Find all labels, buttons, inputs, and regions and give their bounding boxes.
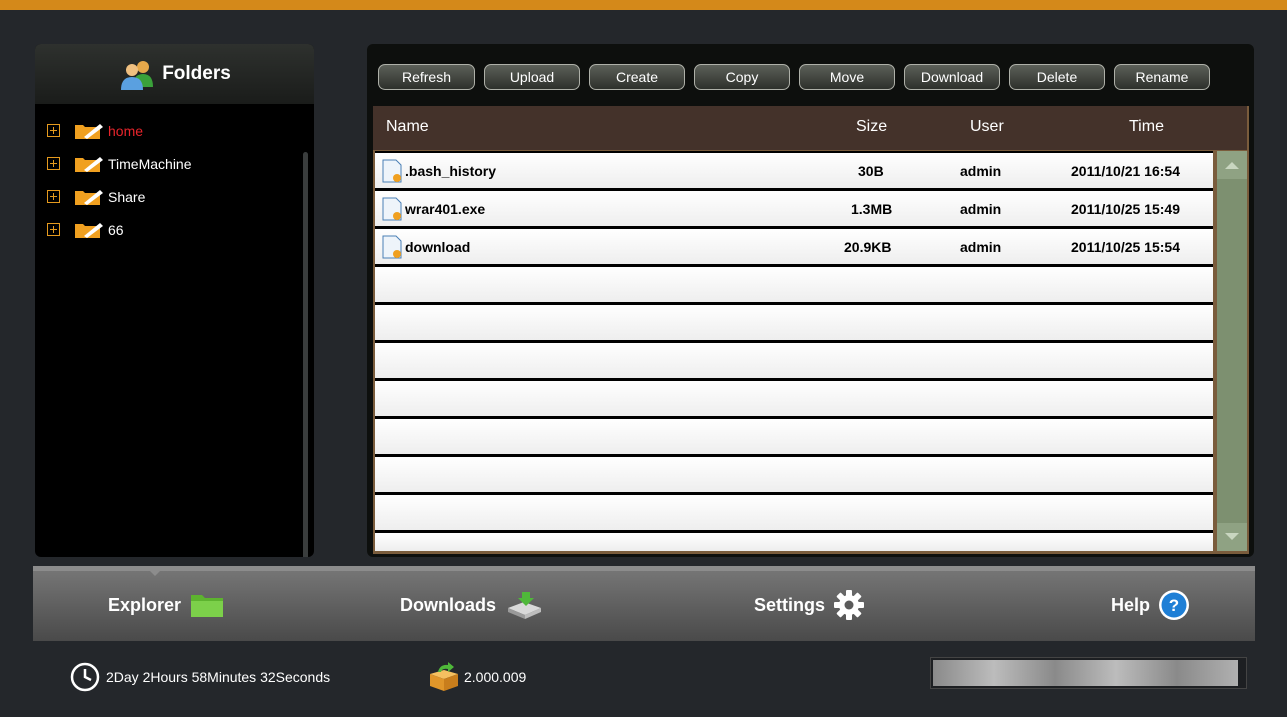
copy-button[interactable]: Copy [694, 64, 790, 90]
file-name: download [405, 239, 471, 255]
file-name: .bash_history [405, 163, 497, 179]
folders-title: Folders [162, 63, 231, 84]
folder-item-66[interactable]: 66 [47, 213, 314, 246]
storage-gauge [930, 657, 1247, 689]
file-icon [382, 197, 402, 221]
file-rows: .bash_history 30B admin 2011/10/21 16:54… [375, 151, 1213, 551]
file-size: 20.9KB [844, 239, 892, 255]
delete-button[interactable]: Delete [1009, 64, 1105, 90]
folders-header: Folders [35, 44, 314, 104]
refresh-button[interactable]: Refresh [378, 64, 475, 90]
empty-row [375, 457, 1213, 492]
move-button[interactable]: Move [799, 64, 895, 90]
folder-tree: home TimeMachine Share 66 [35, 104, 314, 246]
svg-text:?: ? [1169, 596, 1179, 615]
scroll-down-button[interactable] [1217, 523, 1247, 551]
active-tab-indicator [145, 566, 165, 576]
table-row[interactable]: wrar401.exe 1.3MB admin 2011/10/25 15:49 [375, 191, 1213, 226]
folders-panel: Folders home TimeMachine Share 66 [35, 44, 314, 557]
download-drive-icon [508, 592, 542, 619]
top-accent-bar [0, 0, 1287, 10]
column-header-user[interactable]: User [970, 118, 1004, 136]
file-time: 2011/10/21 16:54 [1071, 163, 1180, 179]
storage-gauge-fill [933, 660, 1238, 686]
main-nav: Explorer Downloads Settings Help ? [33, 566, 1255, 641]
nav-downloads[interactable]: Downloads [400, 587, 544, 623]
table-header: Name Size User Time [373, 106, 1247, 150]
empty-row [375, 381, 1213, 416]
expand-icon[interactable] [47, 157, 60, 170]
download-button[interactable]: Download [904, 64, 1000, 90]
uptime-text: 2Day 2Hours 58Minutes 32Seconds [106, 669, 331, 685]
folder-item-timemachine[interactable]: TimeMachine [47, 147, 314, 180]
folder-label: home [108, 122, 144, 139]
expand-icon[interactable] [47, 190, 60, 203]
folder-icon [191, 595, 224, 617]
file-icon [382, 235, 402, 259]
column-header-time[interactable]: Time [1129, 118, 1164, 136]
nav-help-label: Help [1111, 594, 1151, 615]
scroll-up-button[interactable] [1217, 151, 1247, 179]
nav-settings-label: Settings [754, 594, 826, 615]
folder-item-home[interactable]: home [47, 114, 314, 147]
version-status: 2.000.009 [426, 662, 526, 692]
file-table: Name Size User Time .bash_history 30B ad… [373, 106, 1249, 554]
box-icon [430, 662, 458, 691]
table-row[interactable]: .bash_history 30B admin 2011/10/21 16:54 [375, 153, 1213, 188]
empty-row [375, 495, 1213, 530]
nav-help[interactable]: Help ? [1111, 587, 1190, 623]
file-time: 2011/10/25 15:49 [1071, 201, 1180, 217]
file-user: admin [960, 163, 1002, 179]
folder-label: TimeMachine [108, 155, 192, 172]
create-button[interactable]: Create [589, 64, 685, 90]
table-row[interactable]: download 20.9KB admin 2011/10/25 15:54 [375, 229, 1213, 264]
file-user: admin [960, 201, 1002, 217]
folders-scrollbar[interactable] [303, 152, 308, 557]
file-icon [382, 159, 402, 183]
files-panel: Refresh Upload Create Copy Move Download… [367, 44, 1254, 557]
file-time: 2011/10/25 15:54 [1071, 239, 1180, 255]
file-size: 1.3MB [851, 201, 893, 217]
folder-item-share[interactable]: Share [47, 180, 314, 213]
column-header-name[interactable]: Name [386, 118, 429, 136]
folder-icon [75, 222, 103, 238]
file-toolbar: Refresh Upload Create Copy Move Download… [378, 64, 1219, 92]
empty-row [375, 305, 1213, 340]
nav-settings[interactable]: Settings [754, 587, 865, 623]
folder-icon [75, 189, 103, 205]
uptime-status: 2Day 2Hours 58Minutes 32Seconds [70, 662, 330, 692]
empty-row [375, 419, 1213, 454]
expand-icon[interactable] [47, 124, 60, 137]
nav-explorer[interactable]: Explorer [108, 587, 225, 623]
upload-button[interactable]: Upload [484, 64, 580, 90]
file-size: 30B [858, 163, 884, 179]
folder-icon [75, 156, 103, 172]
column-header-size[interactable]: Size [856, 118, 887, 136]
empty-row [375, 343, 1213, 378]
version-text: 2.000.009 [464, 669, 527, 685]
nav-downloads-label: Downloads [400, 594, 497, 615]
file-name: wrar401.exe [405, 201, 486, 217]
clock-icon [70, 662, 100, 692]
rename-button[interactable]: Rename [1114, 64, 1210, 90]
folder-label: 66 [108, 221, 124, 238]
users-icon [118, 57, 156, 91]
gear-icon [834, 590, 865, 620]
file-user: admin [960, 239, 1002, 255]
nav-explorer-label: Explorer [108, 594, 182, 615]
folder-label: Share [108, 188, 146, 205]
help-icon: ? [1159, 590, 1190, 620]
empty-row [375, 533, 1213, 551]
table-scrollbar[interactable] [1217, 151, 1247, 551]
folder-icon [75, 123, 103, 139]
empty-row [375, 267, 1213, 302]
expand-icon[interactable] [47, 223, 60, 236]
